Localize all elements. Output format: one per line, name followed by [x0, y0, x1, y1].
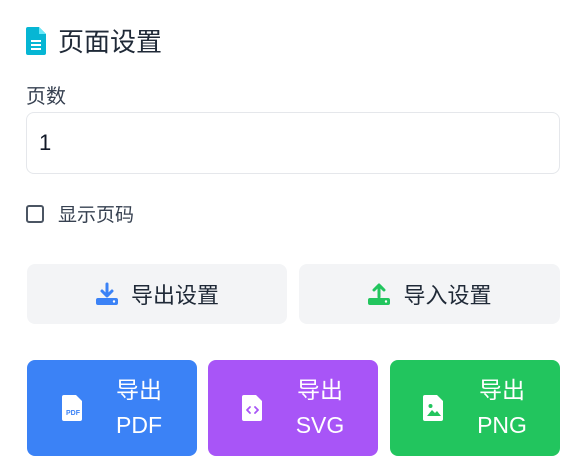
- show-page-number-label: 显示页码: [58, 205, 135, 226]
- export-png-line1: 导出: [479, 377, 525, 403]
- export-pdf-button[interactable]: PDF 导出 PDF: [27, 360, 197, 456]
- page-count-label: 页数: [26, 86, 66, 108]
- page-count-input[interactable]: [27, 113, 559, 173]
- svg-text:PDF: PDF: [66, 410, 81, 417]
- section-header: 页面设置: [26, 22, 162, 59]
- download-icon: [95, 282, 118, 305]
- export-svg-line2: SVG: [295, 412, 345, 438]
- file-text-icon: [26, 26, 46, 55]
- show-page-number-row[interactable]: 显示页码: [26, 200, 134, 227]
- file-code-icon: [241, 395, 262, 421]
- export-svg-button[interactable]: 导出 SVG: [208, 360, 378, 456]
- export-svg-line1: 导出: [296, 377, 343, 403]
- page-count-field[interactable]: [26, 112, 560, 174]
- file-pdf-icon: PDF: [62, 395, 82, 421]
- import-settings-label: 导入设置: [403, 283, 492, 308]
- show-page-number-checkbox[interactable]: [26, 204, 44, 223]
- upload-icon: [368, 283, 391, 305]
- export-png-line2: PNG: [477, 412, 527, 438]
- export-pdf-line2: PDF: [116, 412, 162, 438]
- export-png-button[interactable]: 导出 PNG: [390, 360, 560, 456]
- page-settings-panel: 页面设置 页数 显示页码 导出设置 导入设置 PDF 导出: [0, 0, 587, 475]
- import-settings-button[interactable]: 导入设置: [299, 264, 560, 324]
- export-pdf-line1: 导出: [116, 377, 162, 403]
- export-settings-button[interactable]: 导出设置: [27, 264, 287, 324]
- export-settings-label: 导出设置: [130, 283, 219, 308]
- file-image-icon: [423, 395, 444, 421]
- page-title: 页面设置: [58, 27, 163, 57]
